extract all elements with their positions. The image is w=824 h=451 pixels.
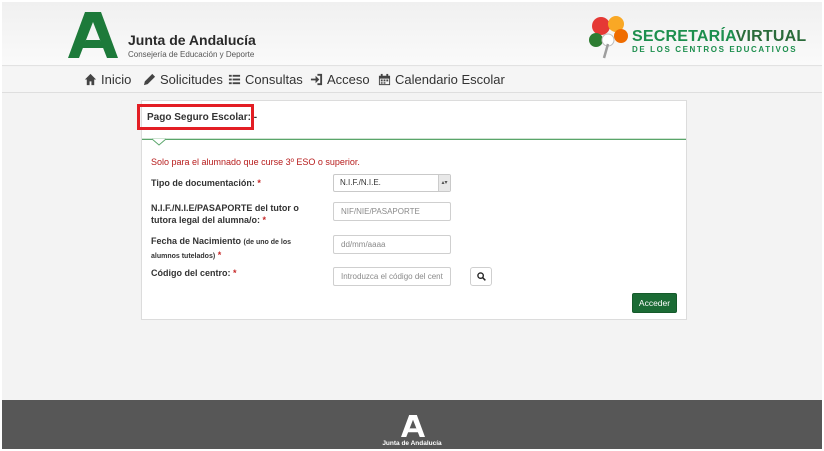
tutor-id-input[interactable]	[333, 202, 451, 221]
doc-type-select[interactable]: N.I.F./N.I.E. ▴▾	[333, 174, 451, 192]
center-code-label-text: Código del centro:	[151, 268, 231, 278]
panel-notch	[152, 138, 166, 146]
footer-logo-icon[interactable]	[401, 414, 425, 438]
nav-item-label: Solicitudes	[160, 72, 223, 87]
nav-item-inicio[interactable]: Inicio	[84, 72, 131, 87]
center-code-label: Código del centro: *	[151, 267, 237, 279]
nav-item-solicitudes[interactable]: Solicitudes	[143, 72, 223, 87]
center-search-button[interactable]	[470, 267, 492, 286]
nav-item-label: Inicio	[101, 72, 132, 87]
birth-date-label-text: Fecha de Nacimiento	[151, 236, 242, 246]
page: Junta de Andalucía Consejería de Educaci…	[2, 2, 822, 449]
footer: Junta de Andalucía	[2, 400, 822, 449]
doc-type-label: Tipo de documentación: *	[151, 177, 261, 189]
secretaria-virtual-logo-icon[interactable]	[588, 14, 630, 60]
birth-date-label: Fecha de Nacimiento (de uno de los alumn…	[151, 235, 291, 263]
nav-item-label: Consultas	[245, 72, 303, 87]
nav-item-acceso[interactable]: Acceso	[310, 72, 370, 87]
brand-title: Junta de Andalucía	[128, 32, 256, 48]
acceder-button[interactable]: Acceder	[632, 293, 677, 313]
main-nav: Inicio Solicitudes Consultas Acceso Cale…	[2, 67, 822, 93]
pencil-icon	[143, 73, 156, 86]
junta-andalucia-logo[interactable]	[68, 10, 118, 60]
portal-title-a: SECRETARÍA	[632, 28, 736, 45]
select-arrows-icon: ▴▾	[438, 175, 450, 191]
payment-panel: Pago Seguro Escolar: - Solo para el alum…	[137, 100, 687, 320]
required-marker: *	[257, 178, 261, 188]
home-icon	[84, 73, 97, 86]
calendar-icon	[378, 73, 391, 86]
search-icon	[476, 272, 486, 281]
panel-header-divider	[142, 139, 686, 140]
center-code-input[interactable]	[333, 267, 451, 286]
portal-title-b: VIRTUAL	[735, 28, 807, 45]
notice-text: Solo para el alumnado que curse 3º ESO o…	[151, 157, 360, 167]
nav-item-consultas[interactable]: Consultas	[228, 72, 303, 87]
portal-subtitle: DE LOS CENTROS EDUCATIVOS	[632, 45, 798, 54]
portal-title: SECRETARÍAVIRTUAL	[632, 28, 806, 46]
header: Junta de Andalucía Consejería de Educaci…	[2, 2, 822, 66]
doc-type-selected-value: N.I.F./N.I.E.	[340, 178, 381, 187]
tutor-id-label-line2: tutora legal del alumna/o:	[151, 215, 261, 225]
required-marker: *	[233, 268, 237, 278]
nav-item-label: Acceso	[327, 72, 370, 87]
panel-title: Pago Seguro Escolar: -	[147, 112, 258, 123]
list-icon	[228, 74, 241, 85]
birth-date-label-note2: alumnos tutelados)	[151, 253, 216, 260]
nav-item-calendario[interactable]: Calendario Escolar	[378, 72, 505, 87]
required-marker: *	[217, 250, 222, 260]
panel-header: Pago Seguro Escolar: -	[137, 101, 686, 139]
brand-subtitle: Consejería de Educación y Deporte	[128, 50, 255, 59]
birth-date-input[interactable]	[333, 235, 451, 254]
footer-text: Junta de Andalucía	[382, 440, 442, 447]
tutor-id-label-line1: N.I.F./N.I.E/PASAPORTE del tutor o	[151, 203, 299, 213]
doc-type-label-text: Tipo de documentación:	[151, 178, 255, 188]
birth-date-label-note1: (de uno de los	[243, 239, 291, 246]
tutor-id-label: N.I.F./N.I.E/PASAPORTE del tutor o tutor…	[151, 202, 299, 226]
required-marker: *	[262, 215, 267, 225]
sign-in-icon	[310, 73, 323, 86]
nav-item-label: Calendario Escolar	[395, 72, 505, 87]
